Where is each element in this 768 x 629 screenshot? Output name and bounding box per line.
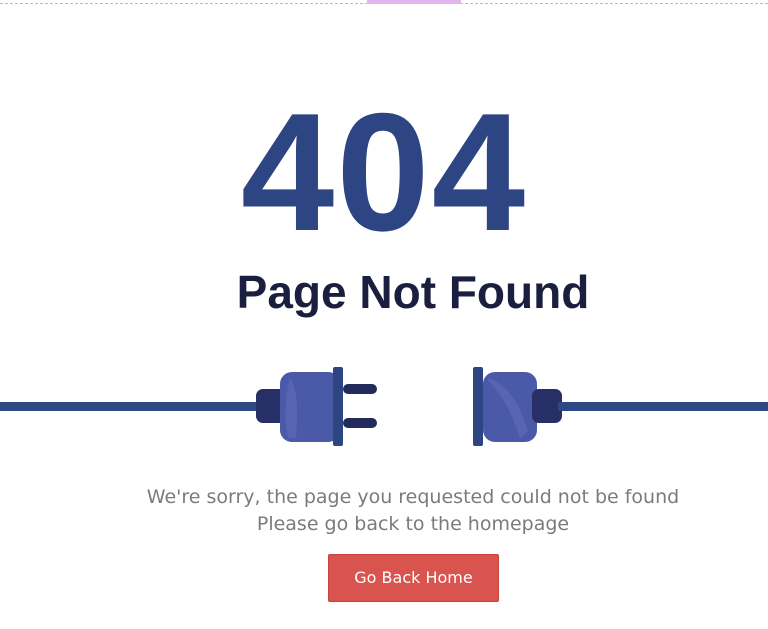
- error-message: We're sorry, the page you requested coul…: [0, 484, 768, 538]
- page-title: Page Not Found: [236, 266, 590, 318]
- error-message-line-2: Please go back to the homepage: [256, 513, 570, 535]
- right-cable: [558, 402, 768, 411]
- top-highlight-tab: [367, 0, 461, 4]
- plug-icon: [256, 367, 377, 446]
- unplugged-cable-illustration: [0, 367, 768, 446]
- error-message-line-1: We're sorry, the page you requested coul…: [146, 486, 680, 508]
- error-code: 404: [240, 78, 528, 266]
- socket-icon: [473, 367, 562, 446]
- go-back-home-button[interactable]: Go Back Home: [328, 554, 499, 602]
- left-cable: [0, 402, 260, 411]
